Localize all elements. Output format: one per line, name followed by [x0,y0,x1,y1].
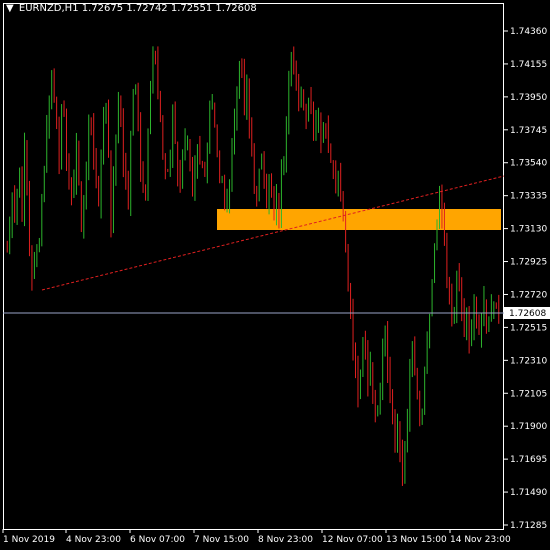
price-chart[interactable]: 1.74360 1.74155 1.73950 1.73745 1.73540 1.733… [0,0,550,550]
y-tick-label: 1.72105 [510,389,547,399]
chart-background [0,0,550,550]
high-value: 1.72742 [126,3,168,14]
close-value: 1.72608 [215,3,257,14]
y-tick-label: 1.72720 [510,290,547,300]
x-tick-label: 14 Nov 23:00 [450,535,511,545]
y-tick-label: 1.72925 [510,258,547,268]
symbol-label: EURNZD,H1 [18,3,79,14]
y-tick-label: 1.73540 [510,159,547,169]
y-tick-label: 1.72515 [510,323,547,333]
x-tick-label: 12 Nov 07:00 [322,535,383,545]
y-tick-label: 1.72310 [510,356,547,366]
y-tick-label: 1.71900 [510,422,547,432]
y-tick-label: 1.73130 [510,225,547,235]
current-price-text: 1.72608 [509,309,546,319]
y-tick-label: 1.73950 [510,93,547,103]
y-tick-label: 1.74155 [510,60,547,70]
x-tick-label: 8 Nov 23:00 [258,535,313,545]
low-value: 1.72551 [170,3,213,14]
triangle-down-icon[interactable]: ▼ [6,3,14,14]
x-tick-label: 13 Nov 15:00 [386,535,447,545]
y-tick-label: 1.71490 [510,488,547,498]
chart-header: ▼ EURNZD,H1 1.72675 1.72742 1.72551 1.72… [6,3,257,14]
y-tick-label: 1.74360 [510,27,547,37]
y-tick-label: 1.73335 [510,192,547,202]
x-tick-label: 4 Nov 23:00 [66,535,121,545]
x-tick-label: 1 Nov 2019 [3,535,55,545]
x-tick-label: 6 Nov 07:00 [130,535,185,545]
current-price-label: 1.72608 [504,307,550,319]
open-value: 1.72675 [81,3,124,14]
y-tick-label: 1.71285 [510,521,547,531]
y-tick-label: 1.73745 [510,126,547,136]
y-tick-label: 1.71695 [510,455,547,465]
x-tick-label: 7 Nov 15:00 [194,535,249,545]
